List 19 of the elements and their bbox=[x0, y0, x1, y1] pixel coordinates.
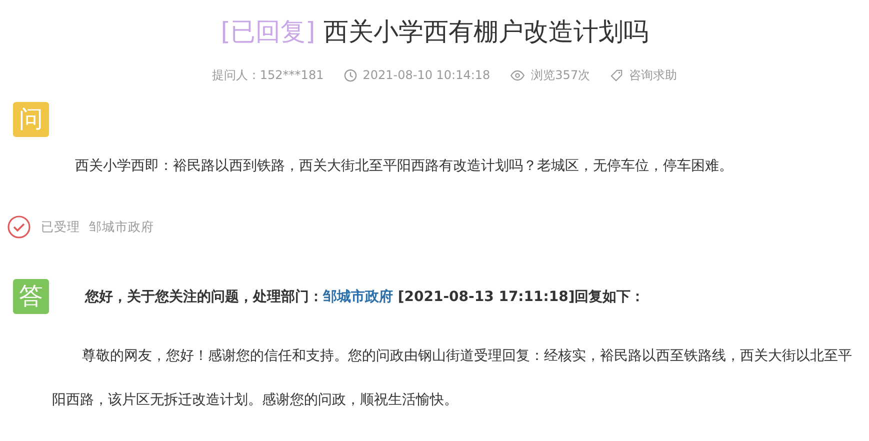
answer-badge: 答 bbox=[13, 279, 49, 314]
asker-label: 提问人：152***181 bbox=[212, 67, 324, 84]
reply-heading: 您好，关于您关注的问题，处理部门： bbox=[85, 288, 323, 304]
department-link[interactable]: 邹城市政府 bbox=[323, 288, 393, 304]
status-text: 已受理 bbox=[41, 218, 80, 236]
eye-icon bbox=[510, 70, 525, 80]
category-tag: 咨询求助 bbox=[629, 66, 678, 84]
view-count: 浏览357次 bbox=[531, 67, 590, 84]
department-text: 邹城市政府 bbox=[89, 218, 154, 236]
question-badge: 问 bbox=[13, 102, 49, 137]
question-text: 西关小学西即：裕民路以西到铁路，西关大街北至平阳西路有改造计划吗？老城区，无停车位，停车困难。 bbox=[75, 157, 734, 176]
post-time: 2021-08-10 10:14:18 bbox=[362, 67, 490, 84]
answer-text: 尊敬的网友，您好！感谢您的信任和支持。您的问政由钢山街道受理回复：经核实，裕民路以西至铁路线，西关大街以北至平阳西路，该片区无拆迁改造计划。感谢您的问政，顺祝生活愉快。 bbox=[52, 347, 853, 410]
clock-icon bbox=[344, 68, 356, 82]
reply-heading: [2021-08-13 17:11:18]回复如下： bbox=[396, 288, 645, 304]
check-circle-icon bbox=[8, 216, 30, 238]
status-tag: [已回复] bbox=[220, 17, 316, 46]
tag-icon bbox=[610, 69, 622, 81]
page-title: 西关小学西有棚户改造计划吗 bbox=[323, 17, 648, 46]
